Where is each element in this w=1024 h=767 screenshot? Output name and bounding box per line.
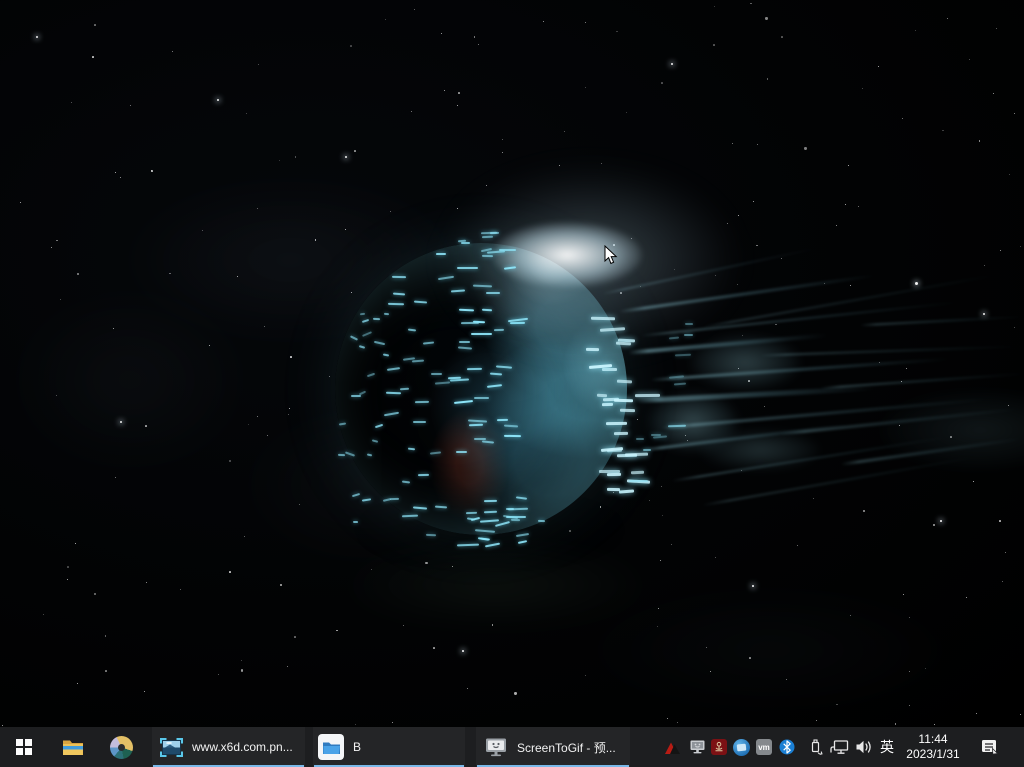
usb-safe-remove-icon [807, 739, 824, 756]
bluetooth-icon [779, 739, 795, 755]
dark-red-app-icon [711, 739, 727, 755]
tray-bluetooth-button[interactable] [776, 727, 798, 767]
mouse-cursor-icon [604, 245, 618, 265]
tray-dark-red-app-button[interactable] [708, 727, 730, 767]
tray-usb-button[interactable] [803, 727, 827, 767]
ethernet-network-icon [830, 739, 849, 755]
windows-logo-icon [16, 739, 32, 755]
taskbar-task-screentogif[interactable]: ScreenToGif - 预... [476, 727, 630, 767]
image-viewer-icon [160, 738, 183, 757]
taskbar-task-image-viewer[interactable]: www.x6d.com.pn... [152, 727, 305, 767]
task-label: B [353, 740, 361, 754]
taskbar-task-folder-b[interactable]: B [313, 727, 465, 767]
desktop-wallpaper[interactable] [0, 0, 1024, 727]
tray-language-button[interactable]: 英 [876, 727, 898, 767]
action-center-icon [980, 738, 1000, 756]
tray-network-button[interactable] [827, 727, 852, 767]
clock-time: 11:44 [918, 732, 947, 747]
tray-blue-circle-app-button[interactable] [730, 727, 752, 767]
ime-language-indicator: 英 [880, 737, 894, 757]
start-button[interactable] [0, 727, 48, 767]
show-desktop-button[interactable] [1016, 727, 1024, 767]
tray-volume-button[interactable] [852, 727, 876, 767]
blue-circle-app-icon [733, 739, 750, 756]
red-black-app-icon [664, 740, 682, 755]
desktop-screen: www.x6d.com.pn... B S [0, 0, 1024, 767]
tray-red-black-app-button[interactable] [662, 727, 684, 767]
sun-glare [492, 222, 642, 288]
file-explorer-icon [62, 738, 84, 756]
taskbar: www.x6d.com.pn... B S [0, 727, 1024, 767]
file-explorer-button[interactable] [52, 727, 94, 767]
screentogif-icon [484, 737, 508, 757]
browser-button[interactable] [100, 727, 142, 767]
browser-swirl-icon [110, 736, 133, 759]
task-label: ScreenToGif - 预... [517, 739, 616, 756]
screentogif-tray-icon [689, 739, 706, 755]
task-label: www.x6d.com.pn... [192, 740, 293, 754]
blue-folder-icon [318, 734, 344, 760]
action-center-button[interactable] [976, 727, 1004, 767]
vmware-icon: vm [756, 739, 772, 755]
clock-date: 2023/1/31 [906, 747, 959, 762]
taskbar-clock[interactable]: 11:44 2023/1/31 [899, 727, 967, 767]
volume-icon [855, 739, 873, 755]
tray-vmware-button[interactable]: vm [753, 727, 775, 767]
tray-screentogif-button[interactable] [686, 727, 708, 767]
